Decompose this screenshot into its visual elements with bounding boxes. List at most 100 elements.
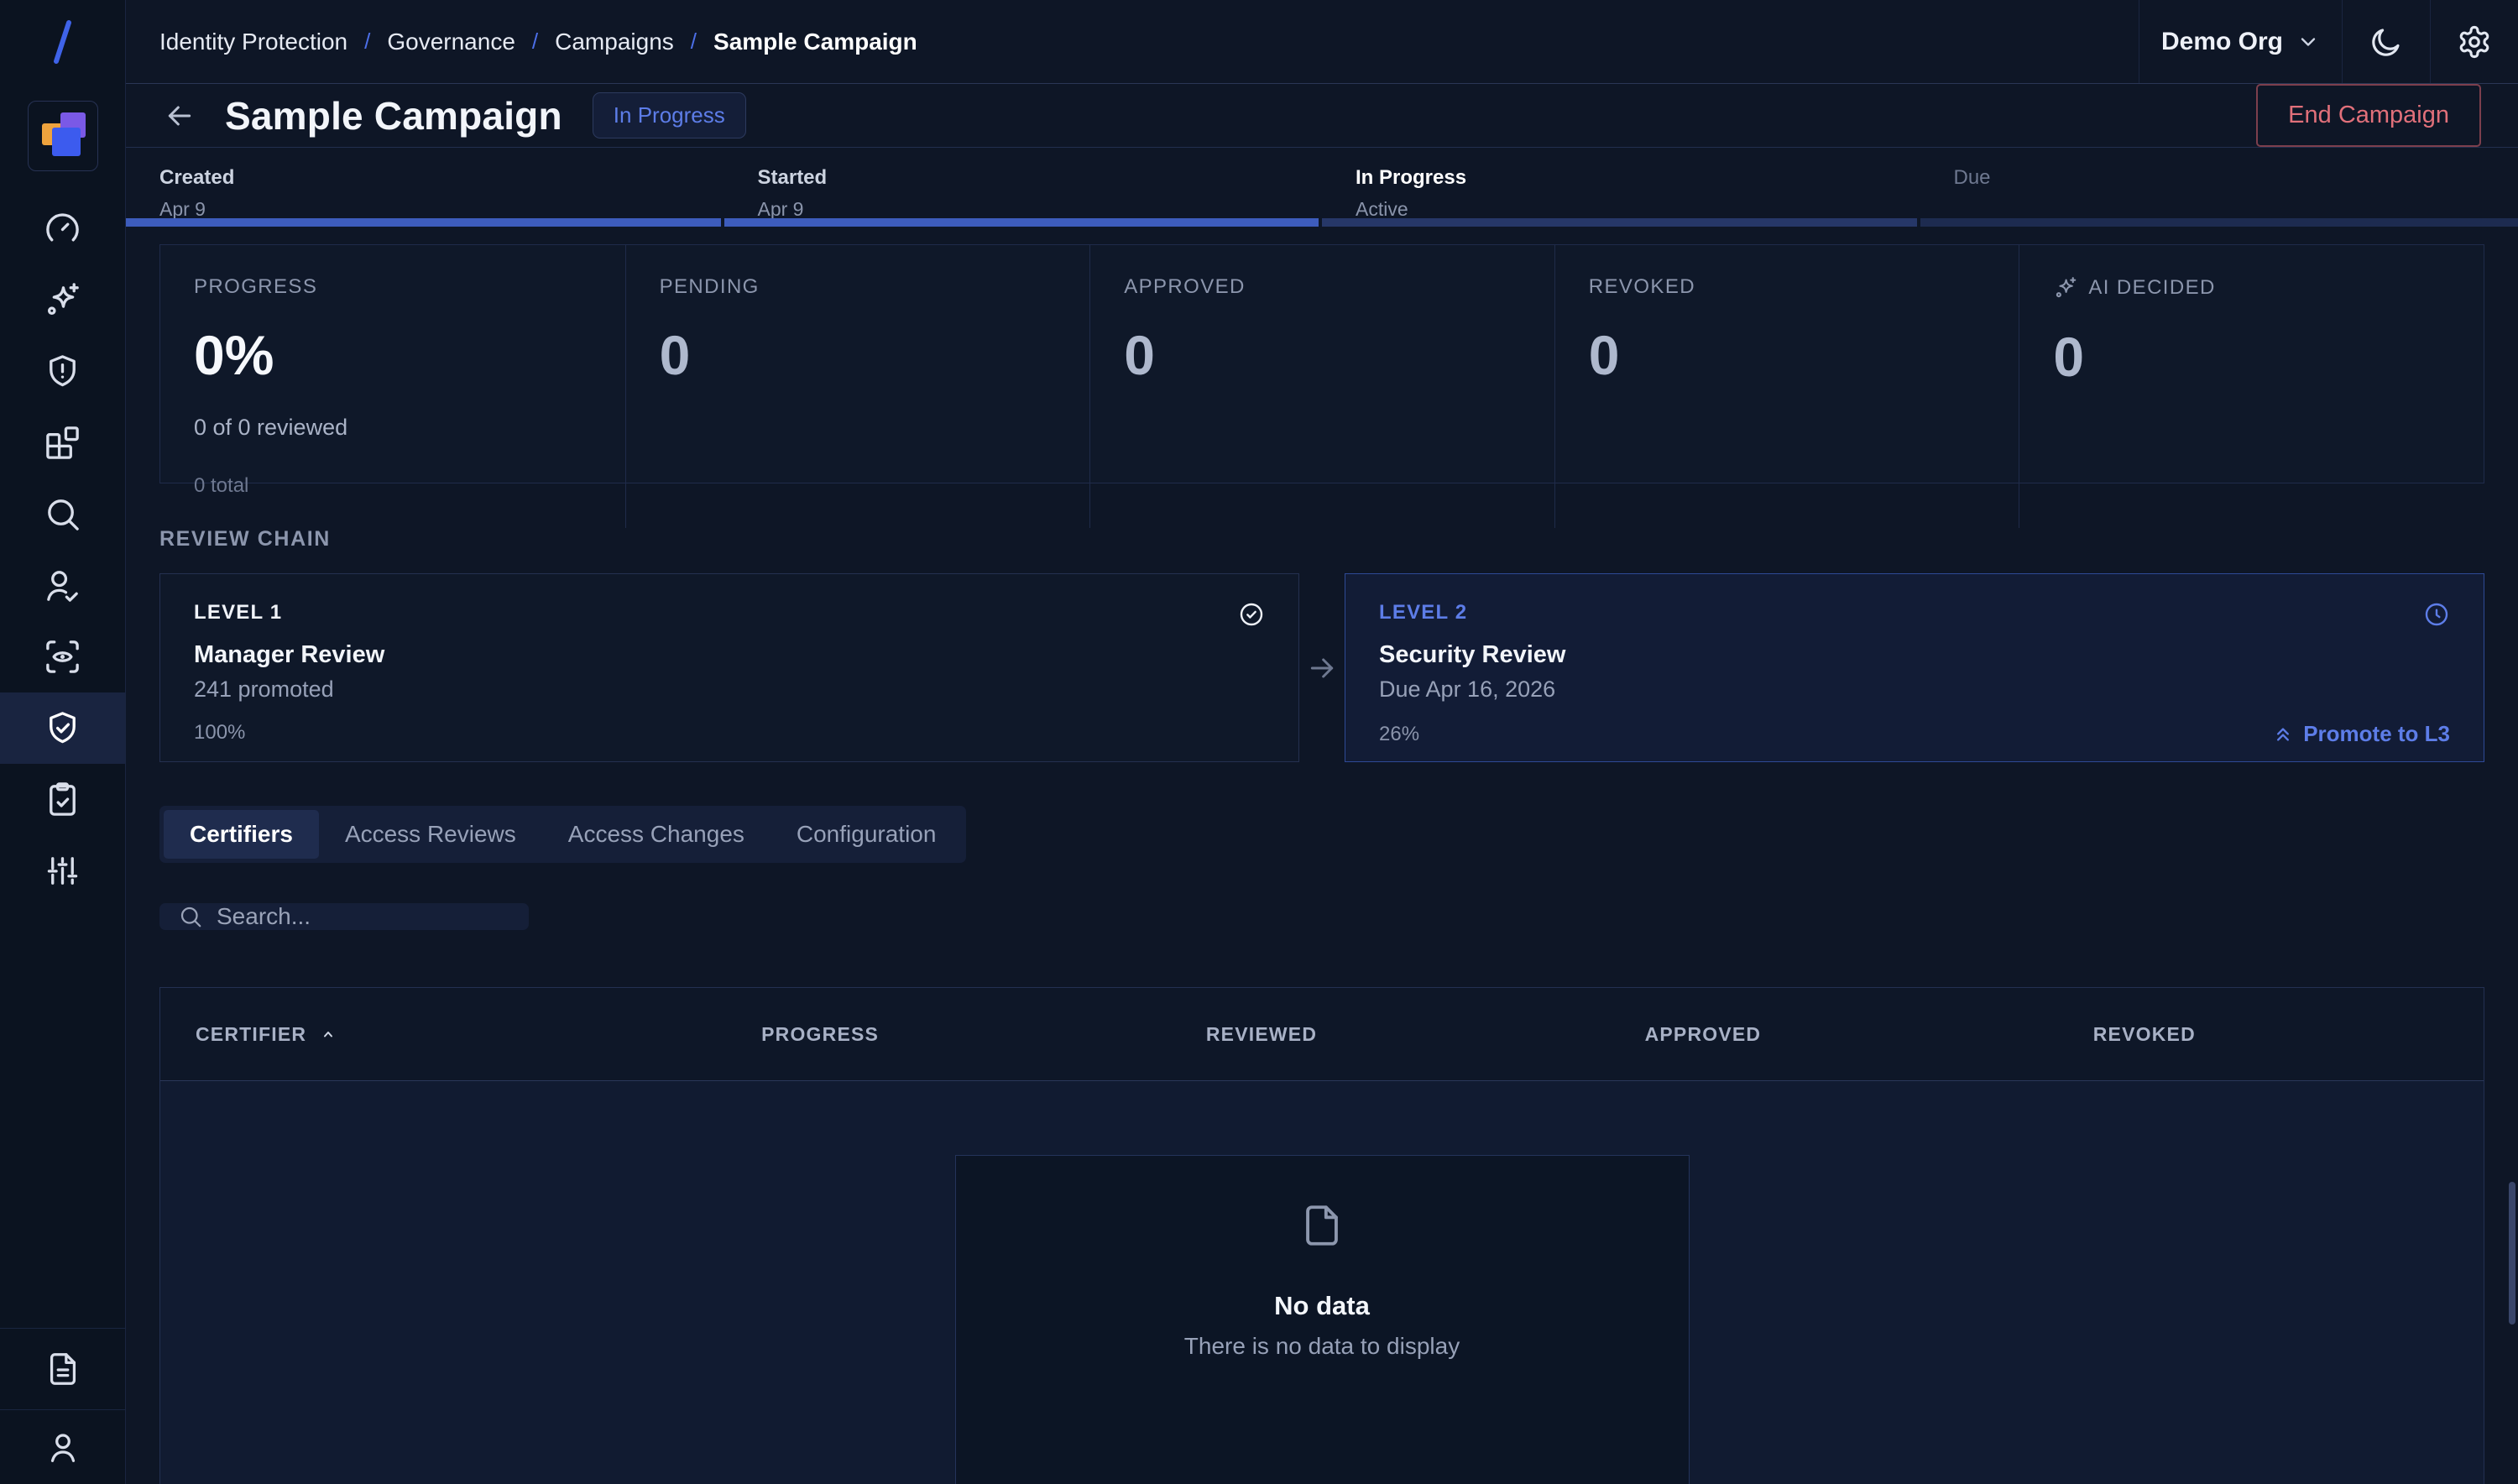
blocks-icon [43,423,82,462]
breadcrumb-separator: / [532,29,538,55]
moon-icon [2369,24,2404,60]
breadcrumb-item[interactable]: Campaigns [555,29,674,55]
certifiers-table: CERTIFIER PROGRESS REVIEWED APPROVED REV… [159,987,2484,1484]
column-revoked: REVOKED [1924,1023,2365,1046]
tab-access-changes[interactable]: Access Changes [542,810,771,859]
stat-label: REVOKED [1589,275,1986,299]
gauge-icon [43,209,82,248]
sidebar-item-tasks[interactable] [0,764,125,835]
level-tag: LEVEL 1 [194,601,282,624]
stat-card-ai-decided: AI DECIDED 0 [2019,245,2484,528]
breadcrumb-item[interactable]: Governance [387,29,515,55]
tab-configuration[interactable]: Configuration [771,810,963,859]
breadcrumb: Identity Protection / Governance / Campa… [126,0,2139,83]
sidebar-item-ai[interactable] [0,264,125,336]
sidebar-bottom [0,1328,125,1484]
column-label: CERTIFIER [196,1023,306,1046]
timeline-stage-sub: Apr 9 [159,198,724,221]
file-icon [1298,1201,1346,1254]
sidebar-item-risk[interactable] [0,336,125,407]
stat-label: APPROVED [1124,275,1521,299]
back-button[interactable] [163,99,196,133]
search-icon [178,904,203,929]
search-input[interactable] [217,903,510,930]
document-icon [44,1350,82,1388]
breadcrumb-separator: / [691,29,697,55]
timeline-bar-started [724,218,1319,227]
promote-to-l3-link[interactable]: Promote to L3 [2271,721,2450,747]
theme-toggle-button[interactable] [2342,0,2430,83]
sidebar-item-account[interactable] [0,1409,125,1484]
level-name: Security Review [1379,641,2450,669]
column-certifier-sort[interactable]: CERTIFIER [160,1023,599,1046]
breadcrumb-separator: / [364,29,370,55]
timeline-bar-in-progress [1322,218,1917,227]
stat-card-approved: APPROVED 0 [1089,245,1554,528]
breadcrumb-item-current: Sample Campaign [713,29,917,55]
org-name: Demo Org [2161,28,2283,56]
level-name: Manager Review [194,641,1265,669]
stat-value: 0% [194,327,592,383]
shield-check-icon [43,708,82,748]
timeline-stage-sub: Apr 9 [758,198,1323,221]
timeline-stage-sub: Active [1356,198,1920,221]
sparkles-icon [43,280,82,320]
stat-subtext: 0 total [194,474,592,498]
review-chain: LEVEL 1 Manager Review 241 promoted 100% [159,573,2484,762]
settings-button[interactable] [2430,0,2518,83]
scrollbar-thumb[interactable] [2509,1182,2515,1325]
sparkles-icon [2053,275,2078,300]
review-chain-heading: REVIEW CHAIN [159,527,2484,551]
sidebar-item-search[interactable] [0,478,125,550]
tab-certifiers[interactable]: Certifiers [164,810,319,859]
sidebar-item-controls[interactable] [0,835,125,907]
timeline-stage-label: In Progress [1356,166,1920,190]
page-title: Sample Campaign [225,93,562,138]
sidebar-item-dashboard[interactable] [0,193,125,264]
sidebar-item-apps[interactable] [0,407,125,478]
stat-subtext: 0 of 0 reviewed [194,415,592,441]
level-tag: LEVEL 2 [1379,601,1467,624]
stat-card-revoked: REVOKED 0 [1554,245,2019,528]
timeline-stage-in-progress: In Progress Active [1322,148,1920,221]
status-badge: In Progress [593,92,746,138]
stat-value: 0 [2053,329,2450,384]
workspace-logo[interactable] [28,101,98,171]
logo-square-blue [52,128,81,156]
stat-label-text: AI DECIDED [2088,276,2215,300]
stat-card-pending: PENDING 0 [625,245,1090,528]
org-switcher[interactable]: Demo Org [2139,0,2342,83]
sidebar-item-governance[interactable] [0,692,125,764]
user-check-icon [43,566,82,605]
column-approved: APPROVED [1482,1023,1924,1046]
stat-label: PROGRESS [194,275,592,299]
promote-label: Promote to L3 [2303,721,2450,747]
gear-icon [2457,24,2492,60]
sidebar-item-docs[interactable] [0,1328,125,1409]
level-subtext: 241 promoted [194,677,1265,703]
timeline-stage-started: Started Apr 9 [724,148,1323,221]
check-circle-icon [1238,601,1265,628]
page-header: Sample Campaign In Progress End Campaign [126,84,2518,148]
campaign-timeline: Created Apr 9 Started Apr 9 In Progress … [126,148,2518,221]
certifier-search[interactable] [159,903,529,930]
topbar: Identity Protection / Governance / Campa… [126,0,2518,84]
empty-state-title: No data [956,1291,1689,1321]
breadcrumb-item[interactable]: Identity Protection [159,29,347,55]
tab-access-reviews[interactable]: Access Reviews [319,810,542,859]
sidebar-item-monitoring[interactable] [0,621,125,692]
sidebar-nav [0,193,125,907]
stat-card-progress: PROGRESS 0% 0 of 0 reviewed 0 total [160,245,625,528]
sort-asc-icon [318,1024,338,1044]
chevron-down-icon [2296,30,2320,54]
stat-value: 0 [1124,327,1521,383]
sidebar [0,0,126,1484]
column-reviewed: REVIEWED [1041,1023,1482,1046]
brand-slash[interactable] [0,0,125,84]
slash-logo-icon [46,18,80,65]
stat-value: 0 [660,327,1057,383]
content-shell: Identity Protection / Governance / Campa… [126,0,2518,1484]
end-campaign-button[interactable]: End Campaign [2256,84,2481,147]
timeline-stage-label: Started [758,166,1323,190]
sidebar-item-identities[interactable] [0,550,125,621]
